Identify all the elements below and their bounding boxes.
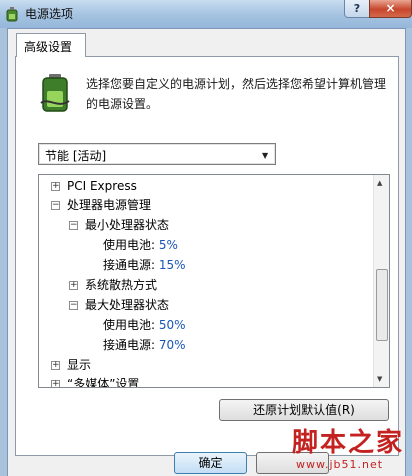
tree-label: 处理器电源管理 <box>67 198 152 212</box>
tree-label: 显示 <box>67 358 92 372</box>
collapse-icon[interactable]: − <box>69 221 78 230</box>
tree-item-min-plugged-in[interactable]: 接通电源: 15% <box>103 255 186 275</box>
description-text: 选择您要自定义的电源计划，然后选择您希望计算机管理的电源设置。 <box>86 77 387 111</box>
settings-tree[interactable]: + PCI Express − 处理器电源管理 − 最小处理器状态 使用电池: … <box>38 174 390 388</box>
watermark-text: 脚本之家 <box>292 428 405 458</box>
setting-label: 接通电源: <box>103 338 156 352</box>
tree-label: 系统散热方式 <box>85 278 158 292</box>
tab-label: 高级设置 <box>24 40 73 54</box>
setting-label: 接通电源: <box>103 258 156 272</box>
tree-item-max-plugged-in[interactable]: 接通电源: 70% <box>103 335 186 355</box>
tab-advanced-settings[interactable]: 高级设置 <box>16 33 86 57</box>
expand-icon[interactable]: + <box>69 281 78 290</box>
battery-icon <box>40 74 70 112</box>
power-plan-value: 节能 [活动] <box>45 149 107 163</box>
setting-value[interactable]: 50% <box>159 318 186 332</box>
tree-scrollbar[interactable]: ▲ ▼ <box>373 175 389 387</box>
tree-label: 最小处理器状态 <box>85 218 170 232</box>
watermark-url: www.jb51.net <box>296 458 384 471</box>
setting-value[interactable]: 5% <box>159 238 178 252</box>
chevron-down-icon: ▼ <box>262 151 269 160</box>
tree-item-max-on-battery[interactable]: 使用电池: 50% <box>103 315 186 335</box>
collapse-icon[interactable]: − <box>51 201 60 210</box>
power-plan-select[interactable]: 节能 [活动] ▼ <box>38 143 276 165</box>
collapse-icon[interactable]: − <box>69 301 78 310</box>
tree-label: “多媒体”设置 <box>67 377 140 388</box>
setting-value[interactable]: 15% <box>159 258 186 272</box>
ok-button[interactable]: 确定 <box>174 452 247 474</box>
title-bar: 电源选项 ? × <box>0 0 412 28</box>
expand-icon[interactable]: + <box>51 380 60 387</box>
tree-label: PCI Express <box>67 179 137 193</box>
expand-icon[interactable]: + <box>51 182 60 191</box>
setting-value[interactable]: 70% <box>159 338 186 352</box>
expand-icon[interactable]: + <box>51 361 60 370</box>
scroll-up-icon[interactable]: ▲ <box>377 179 382 187</box>
power-options-icon <box>6 7 18 22</box>
setting-label: 使用电池: <box>103 318 156 332</box>
restore-defaults-button[interactable]: 还原计划默认值(R) <box>219 399 389 421</box>
scrollbar-thumb[interactable] <box>376 269 388 341</box>
window-title: 电源选项 <box>25 7 74 21</box>
tree-label: 最大处理器状态 <box>85 298 170 312</box>
close-button[interactable]: × <box>369 0 412 18</box>
help-button[interactable]: ? <box>344 0 370 18</box>
tree-item-min-on-battery[interactable]: 使用电池: 5% <box>103 235 178 255</box>
watermark: 脚本之家 www.jb51.net <box>282 420 412 476</box>
scroll-down-icon[interactable]: ▼ <box>377 375 382 383</box>
setting-label: 使用电池: <box>103 238 156 252</box>
